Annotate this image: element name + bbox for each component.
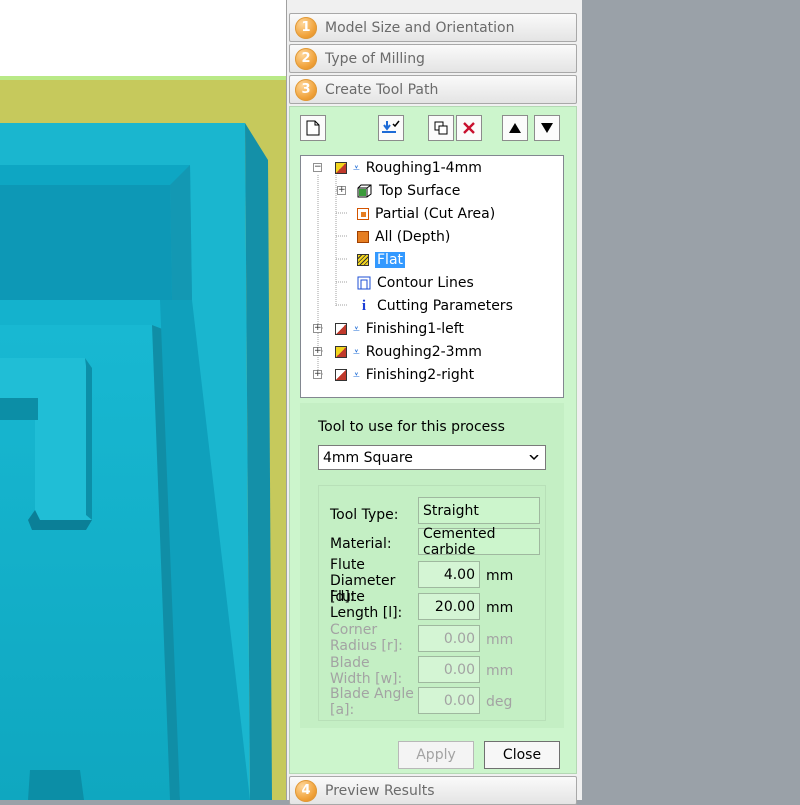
unit-label: mm bbox=[486, 632, 514, 648]
copy-process-button[interactable] bbox=[428, 115, 454, 141]
blade-width-label: Blade Width [w]: bbox=[330, 655, 403, 687]
tree-item-partial[interactable]: Partial (Cut Area) bbox=[357, 204, 495, 224]
3d-viewport[interactable] bbox=[0, 0, 286, 800]
step-label: Model Size and Orientation bbox=[325, 19, 515, 36]
tool-icon: ⩡ bbox=[353, 160, 360, 175]
unit-label: mm bbox=[486, 663, 514, 679]
new-document-icon bbox=[306, 120, 320, 136]
tool-check-icon bbox=[382, 120, 400, 133]
blade-width-field: 0.00 bbox=[418, 656, 480, 683]
new-process-button[interactable] bbox=[300, 115, 326, 141]
model-render bbox=[0, 0, 286, 800]
tool-icon: ⩡ bbox=[353, 344, 360, 359]
expand-toggle[interactable]: + bbox=[313, 324, 322, 333]
apply-button[interactable]: Apply bbox=[398, 741, 474, 769]
step-number-badge: 1 bbox=[295, 16, 317, 39]
step-number-badge: 2 bbox=[295, 47, 317, 70]
flute-length-field[interactable]: 20.00 bbox=[418, 593, 480, 620]
delete-x-icon bbox=[463, 122, 475, 134]
unit-label: mm bbox=[486, 600, 514, 616]
material-label: Material: bbox=[330, 536, 392, 552]
corner-radius-field: 0.00 bbox=[418, 625, 480, 652]
tree-item-finishing1[interactable]: ⩡ Finishing1-left bbox=[335, 319, 464, 339]
tool-type-field: Straight bbox=[418, 497, 540, 524]
tree-item-cutting-params[interactable]: i Cutting Parameters bbox=[357, 296, 513, 316]
tool-path-panel: 1 Model Size and Orientation 2 Type of M… bbox=[286, 0, 582, 805]
tree-item-contour[interactable]: Contour Lines bbox=[357, 273, 474, 293]
tool-icon: ⩡ bbox=[353, 321, 360, 336]
corner-radius-label: Corner Radius [r]: bbox=[330, 622, 403, 654]
copy-icon bbox=[434, 121, 448, 135]
flute-length-label: Flute Length [l]: bbox=[330, 589, 403, 621]
step-create-tool-path[interactable]: 3 Create Tool Path bbox=[289, 75, 577, 104]
expand-toggle[interactable]: + bbox=[313, 370, 322, 379]
blade-angle-label: Blade Angle [a]: bbox=[330, 686, 414, 718]
tree-item-roughing2[interactable]: ⩡ Roughing2-3mm bbox=[335, 342, 482, 362]
tool-check-button[interactable] bbox=[378, 115, 404, 141]
close-button[interactable]: Close bbox=[484, 741, 560, 769]
collapse-toggle[interactable]: − bbox=[313, 163, 322, 172]
move-down-button[interactable] bbox=[534, 115, 560, 141]
tree-item-flat[interactable]: Flat bbox=[357, 250, 406, 270]
material-field: Cemented carbide bbox=[418, 526, 540, 558]
tool-section-label: Tool to use for this process bbox=[318, 419, 505, 435]
tree-item-roughing1[interactable]: ⩡ Roughing1-4mm bbox=[335, 158, 482, 178]
tree-item-all-depth[interactable]: All (Depth) bbox=[357, 227, 450, 247]
expand-toggle[interactable]: + bbox=[313, 347, 322, 356]
tool-type-label: Tool Type: bbox=[330, 507, 399, 523]
process-tree[interactable]: − ⩡ Roughing1-4mm + Top Surface Partial … bbox=[300, 155, 564, 398]
flat-icon bbox=[357, 254, 369, 266]
roughing-icon bbox=[335, 346, 347, 358]
flute-diameter-field[interactable]: 4.00 bbox=[418, 561, 480, 588]
step-number-badge: 4 bbox=[295, 779, 317, 802]
down-arrow-icon bbox=[541, 123, 553, 133]
delete-process-button[interactable] bbox=[456, 115, 482, 141]
info-icon: i bbox=[361, 297, 367, 314]
contour-icon bbox=[357, 276, 371, 290]
step-model-size[interactable]: 1 Model Size and Orientation bbox=[289, 13, 577, 42]
depth-icon bbox=[357, 231, 369, 243]
unit-label: deg bbox=[486, 694, 513, 710]
surface-icon bbox=[357, 184, 372, 198]
tree-item-top-surface[interactable]: Top Surface bbox=[357, 181, 460, 201]
tool-select[interactable]: 4mm Square bbox=[318, 445, 546, 470]
tool-icon: ⩡ bbox=[353, 367, 360, 382]
finishing-icon bbox=[335, 323, 347, 335]
expand-toggle[interactable]: + bbox=[337, 186, 346, 195]
step-type-of-milling[interactable]: 2 Type of Milling bbox=[289, 44, 577, 73]
chevron-down-icon bbox=[529, 455, 539, 461]
create-tool-path-content: − ⩡ Roughing1-4mm + Top Surface Partial … bbox=[289, 106, 577, 774]
roughing-icon bbox=[335, 162, 347, 174]
step-preview-results[interactable]: 4 Preview Results bbox=[289, 776, 577, 805]
step-number-badge: 3 bbox=[295, 78, 317, 101]
move-up-button[interactable] bbox=[502, 115, 528, 141]
partial-area-icon bbox=[357, 208, 369, 220]
blade-angle-field: 0.00 bbox=[418, 687, 480, 714]
unit-label: mm bbox=[486, 568, 514, 584]
step-label: Create Tool Path bbox=[325, 81, 439, 98]
step-label: Type of Milling bbox=[325, 50, 425, 67]
finishing-icon bbox=[335, 369, 347, 381]
step-label: Preview Results bbox=[325, 782, 435, 799]
up-arrow-icon bbox=[509, 123, 521, 133]
tree-item-finishing2[interactable]: ⩡ Finishing2-right bbox=[335, 365, 474, 385]
tool-settings-group: Tool to use for this process 4mm Square … bbox=[300, 403, 564, 728]
